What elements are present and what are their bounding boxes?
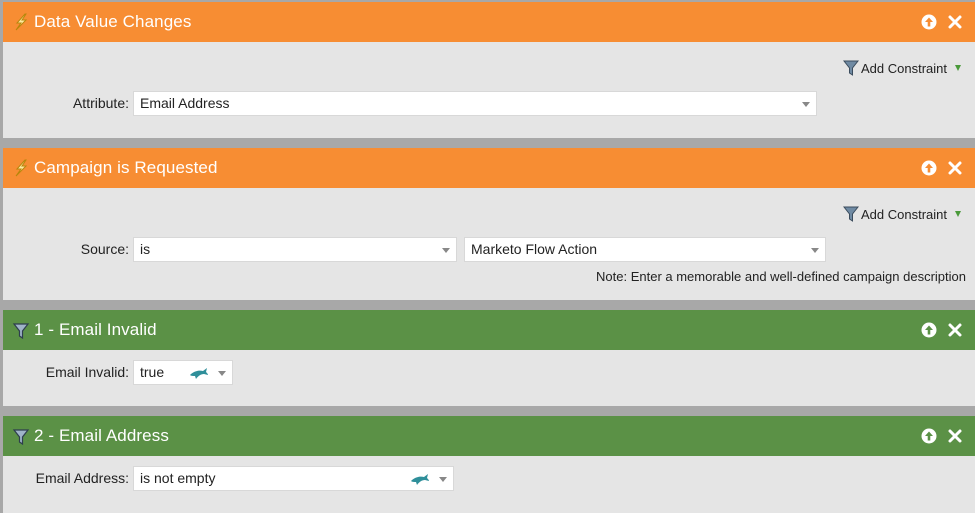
add-constraint-label: Add Constraint: [861, 60, 947, 76]
add-constraint-label: Add Constraint: [861, 206, 947, 222]
dolphin-icon[interactable]: [188, 366, 210, 380]
email-address-label: Email Address:: [35, 470, 129, 486]
add-constraint-button[interactable]: Add Constraint: [843, 59, 961, 77]
campaign-description-note: Note: Enter a memorable and well-defined…: [596, 269, 966, 284]
attribute-select[interactable]: Email Address: [133, 91, 817, 116]
filter-header[interactable]: 1 - Email Invalid: [3, 310, 975, 350]
chevron-down-icon: [955, 211, 961, 217]
email-invalid-label: Email Invalid:: [45, 364, 129, 380]
email-invalid-select[interactable]: true: [133, 360, 233, 385]
lightning-bolt-icon: [15, 159, 28, 177]
source-operator-value: is: [140, 241, 151, 257]
email-address-select[interactable]: is not empty: [133, 466, 454, 491]
add-constraint-button[interactable]: Add Constraint: [843, 205, 961, 223]
source-value-select[interactable]: Marketo Flow Action: [464, 237, 826, 262]
source-operator-select[interactable]: is: [133, 237, 457, 262]
trigger-header[interactable]: Data Value Changes: [3, 2, 975, 42]
funnel-icon: [12, 429, 30, 446]
trigger-data-value-changes: Data Value Changes Add Constraint Attrib…: [3, 2, 975, 138]
trigger-header[interactable]: Campaign is Requested: [3, 148, 975, 188]
chevron-down-icon: [811, 248, 819, 253]
chevron-down-icon: [218, 371, 226, 376]
filter-title: 1 - Email Invalid: [34, 320, 157, 339]
close-icon[interactable]: [947, 322, 963, 338]
email-invalid-value: true: [140, 364, 165, 380]
funnel-icon: [843, 60, 859, 76]
funnel-icon: [843, 206, 859, 222]
trigger-title: Campaign is Requested: [34, 158, 218, 177]
lightning-bolt-icon: [15, 13, 28, 31]
email-address-value: is not empty: [140, 470, 216, 486]
attribute-value: Email Address: [140, 95, 230, 111]
chevron-down-icon: [442, 248, 450, 253]
attribute-label: Attribute:: [72, 95, 129, 111]
filter-email-invalid: 1 - Email Invalid Email Invalid: true: [3, 310, 975, 406]
funnel-icon: [12, 323, 30, 340]
dolphin-icon[interactable]: [409, 472, 431, 486]
close-icon[interactable]: [947, 428, 963, 444]
source-value: Marketo Flow Action: [471, 241, 598, 257]
chevron-down-icon: [955, 65, 961, 71]
filter-title: 2 - Email Address: [34, 426, 169, 445]
close-icon[interactable]: [947, 14, 963, 30]
trigger-campaign-is-requested: Campaign is Requested Add Constraint Sou…: [3, 148, 975, 300]
filter-email-address: 2 - Email Address Email Address: is not …: [3, 416, 975, 513]
move-up-icon[interactable]: [921, 160, 937, 176]
filter-header[interactable]: 2 - Email Address: [3, 416, 975, 456]
chevron-down-icon: [802, 102, 810, 107]
source-label: Source:: [80, 241, 129, 257]
chevron-down-icon: [439, 477, 447, 482]
trigger-title: Data Value Changes: [34, 12, 192, 31]
move-up-icon[interactable]: [921, 14, 937, 30]
move-up-icon[interactable]: [921, 322, 937, 338]
move-up-icon[interactable]: [921, 428, 937, 444]
close-icon[interactable]: [947, 160, 963, 176]
